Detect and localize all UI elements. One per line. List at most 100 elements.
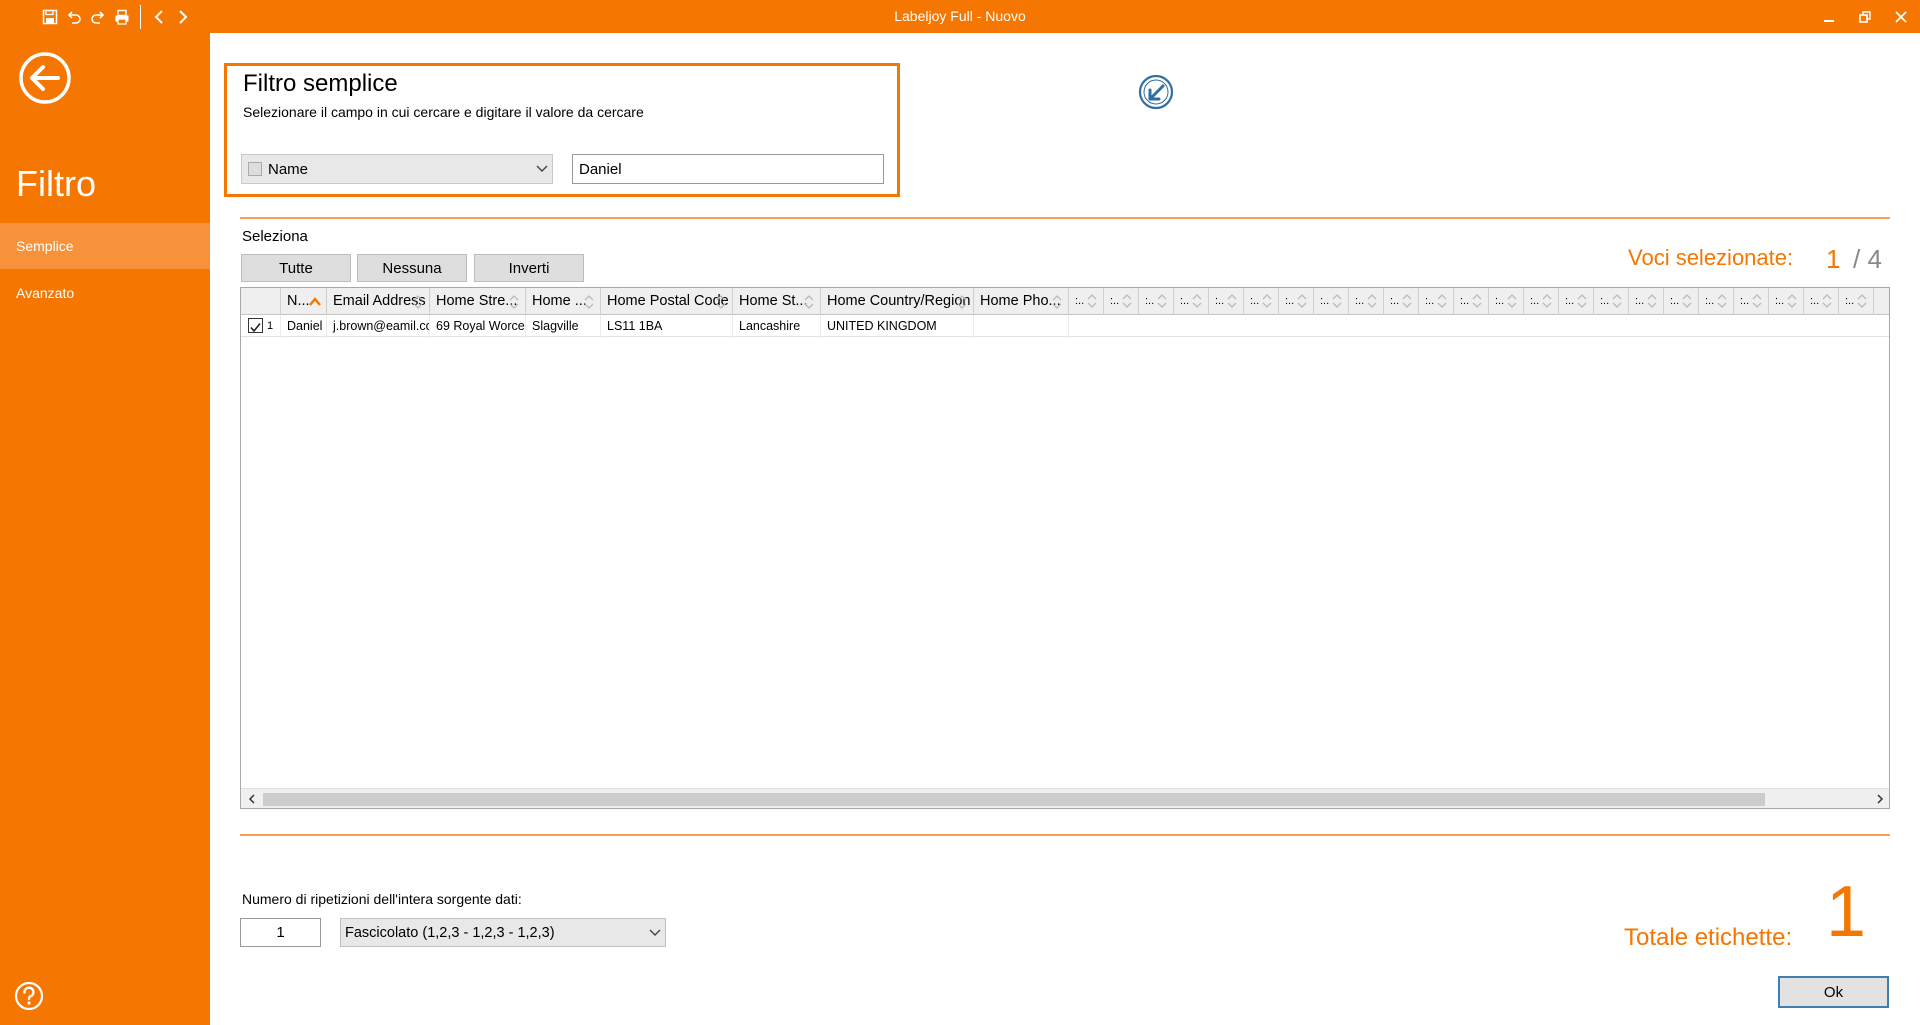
column-header[interactable]: :..	[1804, 288, 1839, 315]
records-grid[interactable]: N... Email Address Home Stre... Home ... Hom…	[240, 287, 1890, 809]
reset-filter-icon[interactable]	[1138, 74, 1174, 110]
sort-icon[interactable]	[1295, 293, 1309, 309]
sort-icon[interactable]	[411, 293, 425, 309]
sort-icon[interactable]	[1575, 293, 1589, 309]
sort-icon[interactable]	[1260, 293, 1274, 309]
column-header-label: Home Stre...	[436, 293, 518, 309]
column-header[interactable]: :..	[1769, 288, 1804, 315]
sort-icon[interactable]	[1400, 293, 1414, 309]
column-header[interactable]: :..	[1629, 288, 1664, 315]
scroll-right-icon[interactable]	[1871, 789, 1889, 808]
column-header[interactable]: :..	[1139, 288, 1174, 315]
table-cell[interactable]: Daniel ...	[281, 315, 327, 337]
column-header[interactable]: Home ...	[526, 288, 601, 315]
sort-icon[interactable]	[1085, 293, 1099, 309]
column-header-label: :..	[1355, 295, 1365, 307]
table-cell[interactable]: UNITED KINGDOM	[821, 315, 974, 337]
column-header[interactable]: :..	[1454, 288, 1489, 315]
sort-icon[interactable]	[1155, 293, 1169, 309]
sort-icon[interactable]	[1470, 293, 1484, 309]
invert-selection-button[interactable]: Inverti	[474, 254, 584, 282]
sort-icon[interactable]	[1120, 293, 1134, 309]
close-icon[interactable]	[1888, 6, 1914, 28]
column-header[interactable]: :..	[1594, 288, 1629, 315]
table-cell[interactable]: Lancashire	[733, 315, 821, 337]
sort-icon[interactable]	[1785, 293, 1799, 309]
sort-icon[interactable]	[507, 293, 521, 309]
field-select[interactable]: Name	[241, 154, 553, 184]
column-header[interactable]: Home Postal Code	[601, 288, 733, 315]
sidebar-item-semplice[interactable]: Semplice	[0, 223, 210, 269]
restore-icon[interactable]	[1852, 6, 1878, 28]
sort-icon[interactable]	[582, 293, 596, 309]
sort-icon[interactable]	[1435, 293, 1449, 309]
table-cell[interactable]	[974, 315, 1069, 337]
table-cell[interactable]: Slagville	[526, 315, 601, 337]
sort-icon[interactable]	[1190, 293, 1204, 309]
help-icon[interactable]	[14, 981, 44, 1011]
sort-icon[interactable]	[802, 293, 816, 309]
column-header[interactable]: :..	[1699, 288, 1734, 315]
horizontal-scrollbar[interactable]	[241, 788, 1889, 808]
column-header-label: :..	[1320, 295, 1330, 307]
column-header[interactable]: :..	[1734, 288, 1769, 315]
select-all-button[interactable]: Tutte	[241, 254, 351, 282]
total-labels-label: Totale etichette:	[1624, 924, 1793, 951]
sort-icon[interactable]	[1505, 293, 1519, 309]
column-header[interactable]: :..	[1314, 288, 1349, 315]
column-header[interactable]: :..	[1104, 288, 1139, 315]
field-select-value: Name	[268, 160, 309, 178]
sidebar-item-avanzato[interactable]: Avanzato	[0, 270, 210, 316]
table-row[interactable]: 1 Daniel ...j.brown@eamil.com69 Royal Wor…	[241, 315, 1889, 337]
collate-select[interactable]: Fascicolato (1,2,3 - 1,2,3 - 1,2,3)	[340, 918, 666, 947]
back-circle-icon[interactable]	[18, 51, 72, 105]
sort-icon[interactable]	[714, 293, 728, 309]
column-header[interactable]: Home Pho...	[974, 288, 1069, 315]
repetitions-input[interactable]	[240, 918, 321, 947]
column-header[interactable]: :..	[1489, 288, 1524, 315]
table-cell[interactable]: 69 Royal Worce...	[430, 315, 526, 337]
column-header[interactable]: :..	[1839, 288, 1874, 315]
column-header[interactable]: :..	[1069, 288, 1104, 315]
sort-icon[interactable]	[1330, 293, 1344, 309]
column-header[interactable]: :..	[1279, 288, 1314, 315]
sidebar: Filtro Semplice Avanzato	[0, 33, 210, 1025]
table-cell[interactable]: LS11 1BA	[601, 315, 733, 337]
sort-icon[interactable]	[1225, 293, 1239, 309]
title-bar: Labeljoy Full - Nuovo	[0, 0, 1920, 33]
column-header[interactable]: :..	[1349, 288, 1384, 315]
column-header[interactable]: :..	[1174, 288, 1209, 315]
column-header[interactable]: :..	[1524, 288, 1559, 315]
column-header[interactable]: Email Address	[327, 288, 430, 315]
row-checkbox[interactable]	[248, 318, 263, 333]
column-header[interactable]: N...	[281, 288, 327, 315]
column-header[interactable]: :..	[1209, 288, 1244, 315]
sort-icon[interactable]	[1715, 293, 1729, 309]
sort-icon[interactable]	[1540, 293, 1554, 309]
search-value-input[interactable]	[572, 154, 884, 184]
column-header[interactable]: :..	[1664, 288, 1699, 315]
minimize-icon[interactable]	[1816, 6, 1842, 28]
sort-icon[interactable]	[1680, 293, 1694, 309]
column-header[interactable]: :..	[1559, 288, 1594, 315]
column-header[interactable]: Home Stre...	[430, 288, 526, 315]
sort-icon[interactable]	[1050, 293, 1064, 309]
scroll-left-icon[interactable]	[243, 789, 261, 808]
sort-ascending-icon[interactable]	[308, 293, 322, 309]
select-none-button[interactable]: Nessuna	[357, 254, 467, 282]
sort-icon[interactable]	[1365, 293, 1379, 309]
sort-icon[interactable]	[1820, 293, 1834, 309]
sort-icon[interactable]	[1750, 293, 1764, 309]
column-header[interactable]: :..	[1419, 288, 1454, 315]
scrollbar-thumb[interactable]	[263, 793, 1765, 806]
column-header[interactable]: :..	[1384, 288, 1419, 315]
sort-icon[interactable]	[955, 293, 969, 309]
sort-icon[interactable]	[1610, 293, 1624, 309]
sort-icon[interactable]	[1855, 293, 1869, 309]
column-header[interactable]: :..	[1244, 288, 1279, 315]
ok-button[interactable]: Ok	[1778, 976, 1889, 1008]
column-header[interactable]: Home Country/Region	[821, 288, 974, 315]
table-cell[interactable]: j.brown@eamil.com	[327, 315, 430, 337]
column-header[interactable]: Home St...	[733, 288, 821, 315]
sort-icon[interactable]	[1645, 293, 1659, 309]
